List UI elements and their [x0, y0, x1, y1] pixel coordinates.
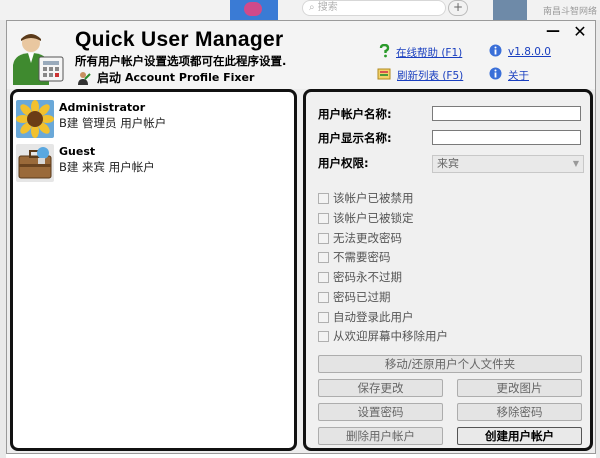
checkbox-label: 该帐户已被锁定: [333, 211, 414, 225]
user-fixer-icon: [78, 71, 91, 85]
checkbox-icon: [318, 330, 329, 342]
checkbox-label: 自动登录此用户: [333, 310, 414, 324]
move-profile-button[interactable]: 移动/还原用户个人文件夹: [318, 355, 582, 373]
app-window: Quick User Manager 所有用户帐户设置选项都可在此程序设置. 启…: [6, 20, 596, 454]
checkbox-account-locked[interactable]: 该帐户已被锁定: [318, 210, 414, 226]
list-item-guest[interactable]: Guest B建 来宾 用户帐户: [16, 144, 155, 182]
checkbox-icon: [318, 212, 329, 224]
user-description: B建 来宾 用户帐户: [59, 160, 155, 174]
refresh-label: 刷新列表 (F5): [397, 70, 464, 82]
version-link[interactable]: v1.8.0.0: [489, 44, 551, 60]
checkbox-label: 不需要密码: [333, 250, 391, 264]
launch-profile-fixer[interactable]: 启动 Account Profile Fixer: [77, 69, 254, 86]
checkbox-icon: [318, 311, 329, 323]
rights-select[interactable]: 来宾 ▼: [432, 155, 584, 173]
sunflower-avatar-icon: [16, 100, 54, 138]
refresh-link[interactable]: 刷新列表 (F5): [377, 67, 463, 84]
remove-password-button[interactable]: 移除密码: [457, 403, 582, 421]
displayname-label: 用户显示名称:: [318, 131, 392, 145]
launch-target: Account Profile Fixer: [125, 71, 255, 84]
checkbox-icon: [318, 271, 329, 283]
background-right-strip: [596, 20, 600, 458]
save-button[interactable]: 保存更改: [318, 379, 443, 397]
close-button[interactable]: ✕: [570, 23, 590, 41]
background-avatar: [493, 0, 527, 20]
change-picture-button[interactable]: 更改图片: [457, 379, 582, 397]
checkbox-auto-login[interactable]: 自动登录此用户: [318, 309, 414, 325]
refresh-list-icon: [377, 67, 391, 84]
checkbox-hide-from-welcome[interactable]: 从欢迎屏幕中移除用户: [318, 328, 448, 344]
launch-label: 启动: [97, 71, 122, 85]
checkbox-icon: [318, 192, 329, 204]
list-item-administrator[interactable]: Administrator B建 管理员 用户帐户: [16, 100, 166, 138]
rights-select-value: 来宾: [437, 157, 459, 170]
background-search-box[interactable]: ⌕ 搜索: [302, 0, 446, 16]
checkbox-label: 密码永不过期: [333, 270, 402, 284]
about-link[interactable]: 关于: [489, 67, 529, 83]
checkbox-icon: [318, 232, 329, 244]
user-list[interactable]: Administrator B建 管理员 用户帐户 Guest B建 来宾 用户…: [10, 89, 297, 451]
user-name: Guest: [59, 145, 96, 158]
checkbox-cannot-change-password[interactable]: 无法更改密码: [318, 230, 402, 246]
checkbox-label: 该帐户已被禁用: [333, 191, 414, 205]
help-link-label: 在线帮助 (F1): [396, 47, 463, 59]
checkbox-label: 密码已过期: [333, 290, 391, 304]
username-label: 用户帐户名称:: [318, 107, 392, 121]
app-logo-icon: [13, 34, 64, 85]
user-description: B建 管理员 用户帐户: [59, 116, 167, 130]
checkbox-label: 无法更改密码: [333, 231, 402, 245]
checkbox-password-expired[interactable]: 密码已过期: [318, 289, 391, 305]
checkbox-account-disabled[interactable]: 该帐户已被禁用: [318, 190, 414, 206]
checkbox-password-not-required[interactable]: 不需要密码: [318, 249, 391, 265]
background-search-placeholder: 搜索: [317, 2, 338, 13]
checkbox-password-never-expires[interactable]: 密码永不过期: [318, 269, 402, 285]
create-user-button[interactable]: 创建用户帐户: [457, 427, 582, 445]
version-label: v1.8.0.0: [508, 46, 551, 58]
background-thumbnail: [230, 0, 278, 20]
info-icon: [489, 44, 502, 60]
about-label: 关于: [508, 69, 529, 82]
help-icon: [379, 43, 390, 61]
checkbox-icon: [318, 251, 329, 263]
set-password-button[interactable]: 设置密码: [318, 403, 443, 421]
suitcase-avatar-icon: [16, 144, 54, 182]
user-name: Administrator: [59, 101, 146, 114]
chevron-down-icon: ▼: [572, 159, 579, 168]
app-title: Quick User Manager: [75, 28, 284, 51]
background-label: 南昌斗智网络: [543, 7, 598, 17]
about-info-icon: [489, 67, 502, 83]
app-subtitle: 所有用户帐户设置选项都可在此程序设置.: [75, 54, 287, 68]
checkbox-label: 从欢迎屏幕中移除用户: [333, 329, 448, 343]
displayname-field[interactable]: [432, 130, 581, 145]
user-details-panel: 用户帐户名称: 用户显示名称: 用户权限: 来宾 ▼ 该帐户已被禁用 该帐户已被…: [303, 89, 593, 451]
rights-label: 用户权限:: [318, 156, 369, 170]
username-field[interactable]: [432, 106, 581, 121]
delete-user-button[interactable]: 删除用户帐户: [318, 427, 443, 445]
minimize-button[interactable]: —: [543, 23, 563, 41]
checkbox-icon: [318, 291, 329, 303]
background-plus-icon[interactable]: +: [448, 0, 468, 16]
header: Quick User Manager 所有用户帐户设置选项都可在此程序设置. 启…: [7, 21, 595, 89]
help-link[interactable]: 在线帮助 (F1): [379, 43, 463, 61]
